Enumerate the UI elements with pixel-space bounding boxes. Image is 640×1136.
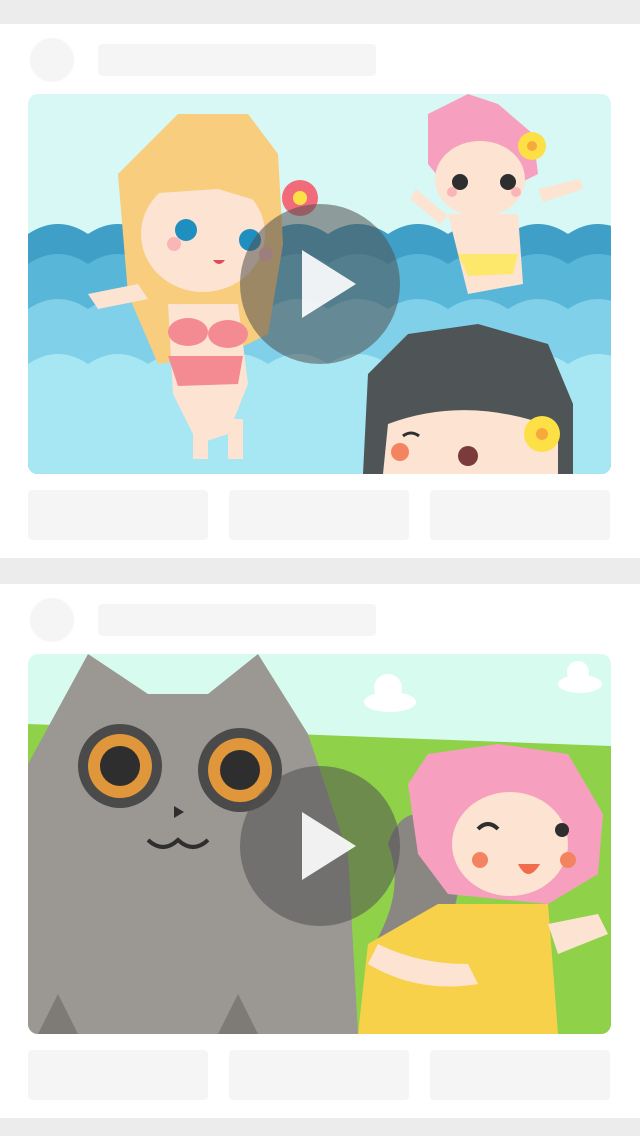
- play-icon: [302, 812, 356, 880]
- avatar-placeholder[interactable]: [30, 598, 74, 642]
- play-button[interactable]: [240, 204, 400, 364]
- action-placeholder-3[interactable]: [430, 490, 610, 540]
- title-placeholder: [98, 44, 376, 76]
- action-bar: [28, 1050, 611, 1100]
- action-placeholder-1[interactable]: [28, 1050, 208, 1100]
- avatar-placeholder[interactable]: [30, 38, 74, 82]
- action-bar: [28, 490, 611, 540]
- video-thumbnail[interactable]: [28, 94, 611, 474]
- action-placeholder-2[interactable]: [229, 490, 409, 540]
- play-button[interactable]: [240, 766, 400, 926]
- action-placeholder-2[interactable]: [229, 1050, 409, 1100]
- action-placeholder-1[interactable]: [28, 490, 208, 540]
- title-placeholder: [98, 604, 376, 636]
- play-icon: [302, 250, 356, 318]
- feed-card-2: [0, 584, 640, 1118]
- feed-card-1: [0, 24, 640, 558]
- action-placeholder-3[interactable]: [430, 1050, 610, 1100]
- video-thumbnail[interactable]: [28, 654, 611, 1034]
